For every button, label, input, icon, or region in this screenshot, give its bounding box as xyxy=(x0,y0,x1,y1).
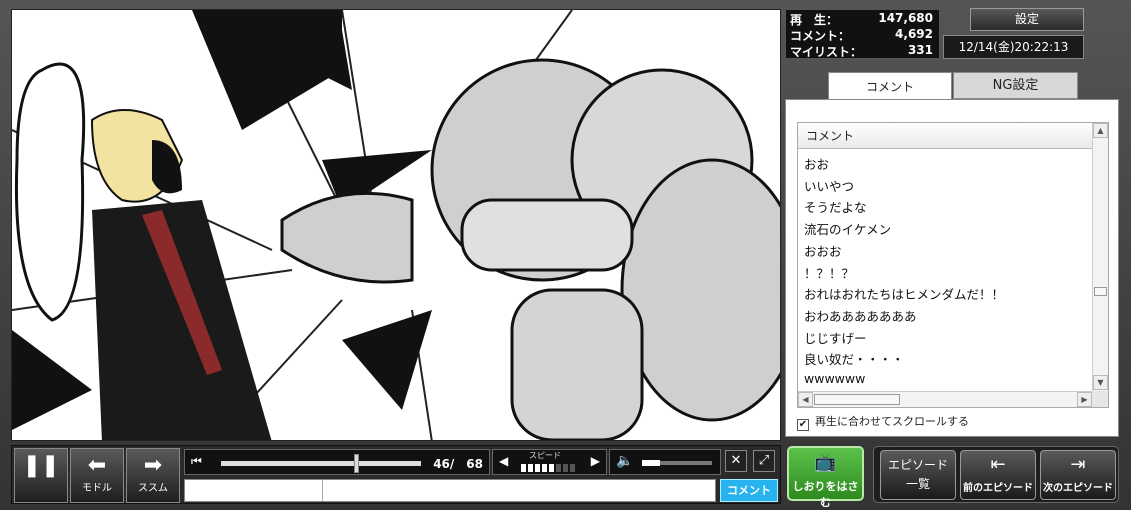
comments-label: コメント： xyxy=(790,29,851,43)
pause-icon: ❚❚ xyxy=(22,453,60,478)
horizontal-scrollbar[interactable]: ◀ ▶ xyxy=(798,391,1093,407)
comment-list-item[interactable]: いいやつ xyxy=(804,176,854,195)
next-episode-label: 次のエピソード xyxy=(1043,483,1113,494)
comment-list[interactable]: コメント おおいいやつそうだよな流石のイケメン おおお ！？！？ おれはおれたちはヒメ… xyxy=(797,122,1109,408)
command-input[interactable] xyxy=(185,480,323,501)
scroll-right-icon[interactable]: ▶ xyxy=(1077,392,1092,407)
pause-button[interactable]: ❚❚ xyxy=(14,448,68,503)
comment-toggle-button[interactable]: ✕ xyxy=(725,450,747,472)
page-counter: 46/ 68 xyxy=(433,457,483,471)
vertical-scrollbar[interactable]: ▲ ▼ xyxy=(1092,123,1108,391)
mylist-label: マイリスト： xyxy=(790,45,863,59)
episode-navigation: エピソード 一覧 ⇤ 前のエピソード ⇥ 次のエピソード xyxy=(873,446,1119,503)
manga-panel-illustration xyxy=(12,10,780,440)
vertical-scroll-thumb[interactable] xyxy=(1094,287,1107,296)
comment-list-item[interactable]: おお xyxy=(804,154,829,173)
prev-episode-label: 前のエピソード xyxy=(963,483,1033,494)
scroll-left-icon[interactable]: ◀ xyxy=(798,392,813,407)
comment-list-item[interactable]: 良い奴だ・・・・ xyxy=(804,349,904,368)
datetime-display: 12/14(金)20:22:13 xyxy=(943,35,1084,59)
comments-row: コメント： 4,692 xyxy=(790,27,933,43)
tab-comment[interactable]: コメント xyxy=(828,72,952,100)
video-screen[interactable] xyxy=(11,9,781,441)
speaker-icon[interactable]: 🔈 xyxy=(616,453,633,469)
comment-list-item[interactable]: 流石のイケメン xyxy=(804,219,891,238)
comment-list-item[interactable]: おおお xyxy=(804,241,842,260)
player-frame: 再 生： 147,680 コメント： 4,692 マイリスト： 331 設定 1… xyxy=(0,0,1131,510)
stats-panel: 再 生： 147,680 コメント： 4,692 マイリスト： 331 xyxy=(785,9,940,59)
tab-ng-settings[interactable]: NG設定 xyxy=(953,72,1078,99)
comment-list-body: おおいいやつそうだよな流石のイケメン おおお ！？！？ おれはおれたちはヒメンダムだ！… xyxy=(798,151,1093,389)
prev-episode-button[interactable]: ⇤ 前のエピソード xyxy=(960,450,1036,500)
comment-input[interactable] xyxy=(325,480,715,501)
skip-to-start-icon[interactable]: ⏮ xyxy=(191,454,202,469)
autoscroll-checkbox[interactable]: ✔ xyxy=(797,419,809,431)
expand-icon: ⤢ xyxy=(758,453,770,468)
bookmark-label: しおりをはさむ xyxy=(792,480,859,509)
comment-list-item[interactable]: じじすげー xyxy=(804,328,867,347)
episode-list-button[interactable]: エピソード 一覧 xyxy=(880,450,956,500)
speed-up-icon[interactable]: ▶ xyxy=(591,454,600,468)
playback-controls: ❚❚ ⬅ モドル ➡ ススム ⏮ 46/ 68 ◀ スピード ▶ 🔈 ✕ ⤢ コ… xyxy=(11,445,781,504)
speed-segment xyxy=(563,464,568,472)
views-label: 再 生： xyxy=(790,13,839,27)
speed-segment xyxy=(542,464,547,472)
prev-episode-icon: ⇤ xyxy=(990,454,1006,475)
comment-list-item[interactable]: おわあああああああ xyxy=(804,306,917,325)
views-row: 再 生： 147,680 xyxy=(790,11,933,27)
arrow-right-icon: ➡ xyxy=(143,453,163,478)
speed-segment xyxy=(535,464,540,472)
comments-count: 4,692 xyxy=(895,27,933,41)
speed-down-icon[interactable]: ◀ xyxy=(499,454,508,468)
speed-control[interactable]: ◀ スピード ▶ xyxy=(492,449,607,475)
mylist-count: 331 xyxy=(907,43,933,57)
close-icon: ✕ xyxy=(730,453,742,468)
speed-label: スピード xyxy=(529,451,561,460)
seek-bar[interactable]: ⏮ 46/ 68 xyxy=(184,449,490,475)
mylist-row: マイリスト： 331 xyxy=(790,43,933,59)
fullscreen-button[interactable]: ⤢ xyxy=(753,450,775,472)
comment-list-item[interactable]: wwwwww xyxy=(804,371,865,386)
arrow-left-icon: ⬅ xyxy=(87,453,107,478)
comment-list-item[interactable]: おれはおれたちはヒメンダムだ！！ xyxy=(804,284,1004,303)
autoscroll-label: 再生に合わせてスクロールする xyxy=(815,415,969,428)
settings-button[interactable]: 設定 xyxy=(970,8,1084,31)
scroll-down-icon[interactable]: ▼ xyxy=(1093,375,1108,390)
speed-segment xyxy=(570,464,575,472)
forward-button[interactable]: ➡ ススム xyxy=(126,448,180,503)
episode-list-label-line2: 一覧 xyxy=(905,477,930,491)
seek-track[interactable] xyxy=(221,461,421,466)
back-label: モドル xyxy=(82,483,112,494)
speed-segment xyxy=(549,464,554,472)
views-count: 147,680 xyxy=(878,11,933,25)
episode-list-label-line1: エピソード xyxy=(887,458,948,472)
comment-send-button[interactable]: コメント xyxy=(720,479,778,502)
bookmark-button[interactable]: 📺 しおりをはさむ xyxy=(787,446,864,509)
volume-control[interactable]: 🔈 xyxy=(609,449,721,475)
back-button[interactable]: ⬅ モドル xyxy=(70,448,124,503)
comment-panel: コメント おおいいやつそうだよな流石のイケメン おおお ！？！？ おれはおれたちはヒメ… xyxy=(785,99,1119,437)
volume-level xyxy=(642,460,660,466)
horizontal-scroll-thumb[interactable] xyxy=(814,394,900,405)
speed-segment xyxy=(528,464,533,472)
next-episode-icon: ⇥ xyxy=(1070,454,1086,475)
forward-label: ススム xyxy=(138,483,168,494)
speed-segment xyxy=(556,464,561,472)
comment-input-area xyxy=(184,479,716,502)
bookmark-tv-icon: 📺 xyxy=(814,452,837,473)
speed-segment xyxy=(521,464,526,472)
seek-handle[interactable] xyxy=(354,454,360,473)
next-episode-button[interactable]: ⇥ 次のエピソード xyxy=(1040,450,1116,500)
comment-column-header[interactable]: コメント xyxy=(798,123,1093,149)
scroll-corner xyxy=(1092,391,1108,407)
autoscroll-toggle[interactable]: ✔ 再生に合わせてスクロールする xyxy=(797,413,969,431)
comment-list-item[interactable]: ！？！？ xyxy=(804,263,854,282)
scroll-up-icon[interactable]: ▲ xyxy=(1093,123,1108,138)
comment-list-item[interactable]: そうだよな xyxy=(804,197,867,216)
